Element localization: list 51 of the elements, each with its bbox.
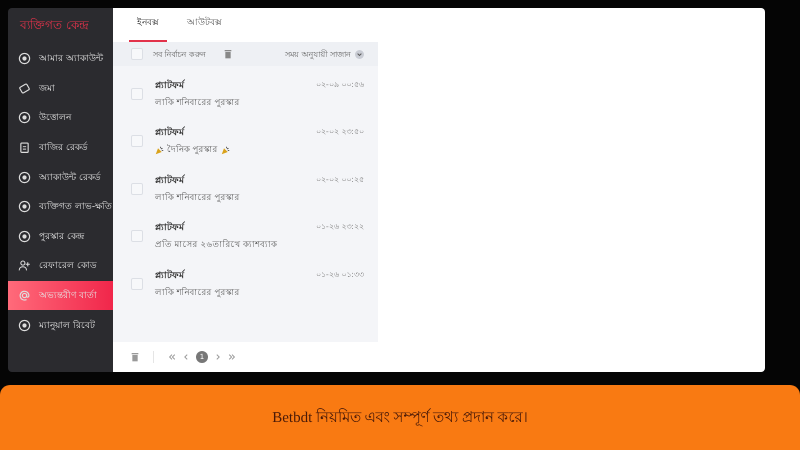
banner-text: Betbdt নিয়মিত এবং সম্পূর্ণ তথ্য প্রদান করে। bbox=[272, 407, 528, 428]
message-sender: প্ল্যাটফর্ম bbox=[155, 173, 184, 188]
message-time: ০২-০৯ ০০:৫৬ bbox=[316, 78, 364, 91]
message-sender: প্ল্যাটফর্ম bbox=[155, 78, 184, 93]
message-time: ০২-০২ ০০:২৫ bbox=[316, 174, 364, 186]
message-time: ০১-২৬ ২৩:২২ bbox=[316, 221, 364, 234]
last-page-icon[interactable] bbox=[228, 353, 236, 361]
message-subject: প্রতি মাসের ২৬তারিখে ক্যাশব্যাক bbox=[155, 238, 278, 252]
sidebar-item[interactable]: আমার অ্যাকাউন্ট bbox=[8, 44, 113, 74]
trash-icon[interactable] bbox=[131, 352, 139, 362]
checkbox[interactable] bbox=[131, 182, 143, 195]
message-time: ০২-০২ ২৩:৫০ bbox=[316, 126, 364, 138]
checkbox[interactable] bbox=[131, 135, 143, 148]
at-icon bbox=[18, 289, 31, 302]
chevron-down-icon[interactable] bbox=[355, 50, 364, 58]
tab[interactable]: আউটবক্স bbox=[179, 15, 230, 42]
message-item[interactable]: প্ল্যাটফর্ম ০১-২৬ ২৩:২২ প্রতি মাসের ২৬তারিখে ক্যাশব্যাক bbox=[113, 212, 378, 260]
message-subject: দৈনিক পুরস্কার bbox=[167, 143, 218, 158]
clipboard-icon bbox=[18, 141, 31, 154]
message-subject: লাকি শনিবারের পুরস্কার bbox=[155, 96, 240, 110]
message-item[interactable]: প্ল্যাটফর্ম ০১-২৬ ০১:৩৩ লাকি শনিবারের পুরস্কার bbox=[113, 260, 378, 308]
sidebar-title: ব্যক্তিগত কেন্দ্র bbox=[18, 17, 90, 34]
sidebar-item[interactable]: জমা bbox=[8, 74, 113, 104]
checkbox[interactable] bbox=[131, 88, 143, 100]
message-sender: প্ল্যাটফর্ম bbox=[155, 268, 184, 283]
party-popper-icon bbox=[220, 146, 230, 155]
message-subject: লাকি শনিবারের পুরস্কার bbox=[155, 286, 240, 300]
message-sender: প্ল্যাটফর্ম bbox=[155, 125, 184, 140]
message-sender: প্ল্যাটফর্ম bbox=[155, 220, 184, 236]
first-page-icon[interactable] bbox=[168, 353, 176, 361]
sidebar-item[interactable]: পুরস্কার কেন্দ্র bbox=[8, 222, 113, 252]
sidebar-item[interactable]: রেফারেল কোড bbox=[8, 251, 113, 281]
trash-icon[interactable] bbox=[224, 49, 232, 59]
checkbox[interactable] bbox=[131, 48, 143, 60]
sort-label[interactable]: সময় অনুযায়ী সাজান bbox=[284, 48, 351, 60]
previous-page-icon[interactable] bbox=[182, 353, 190, 361]
checkbox[interactable] bbox=[131, 278, 143, 290]
message-subject: লাকি শনিবারের পুরস্কার bbox=[155, 191, 240, 205]
next-page-icon[interactable] bbox=[214, 353, 222, 361]
select-all-label[interactable]: সব নির্বাচন করুন bbox=[153, 48, 206, 60]
message-item[interactable]: প্ল্যাটফর্ম ০২-০২ ০০:২৫ লাকি শনিবারের পুরস্কার bbox=[113, 165, 378, 212]
sidebar-item[interactable]: অ্যাকাউন্ট রেকর্ড bbox=[8, 162, 113, 192]
tag-icon bbox=[18, 82, 31, 95]
message-time: ০১-২৬ ০১:৩৩ bbox=[316, 268, 364, 281]
message-item[interactable]: প্ল্যাটফর্ম ০২-০৯ ০০:৫৬ লাকি শনিবারের পুরস্কার bbox=[113, 70, 378, 118]
message-item[interactable]: প্ল্যাটফর্ম ০২-০২ ২৩:৫০ দৈনিক পুরস্কার bbox=[113, 118, 378, 165]
checkbox[interactable] bbox=[131, 230, 143, 242]
sidebar-item[interactable]: উত্তোলন bbox=[8, 103, 113, 133]
sidebar-item[interactable]: ব্যক্তিগত লাভ-ক্ষতি bbox=[8, 192, 113, 222]
sidebar-item[interactable]: বাজির রেকর্ড bbox=[8, 132, 113, 162]
sidebar-item[interactable]: ম্যানুয়াল রিবেট bbox=[8, 310, 113, 340]
